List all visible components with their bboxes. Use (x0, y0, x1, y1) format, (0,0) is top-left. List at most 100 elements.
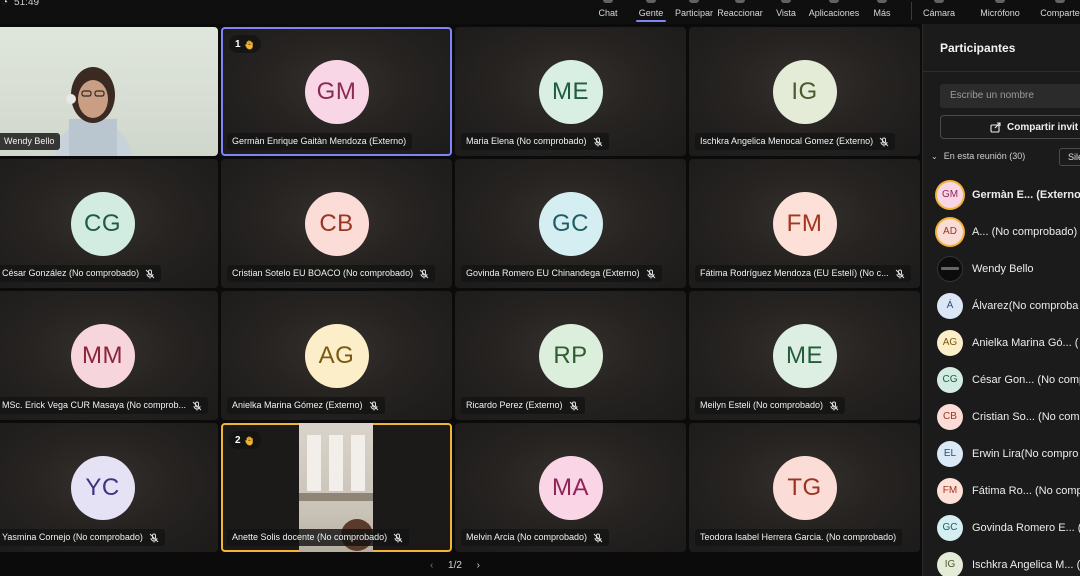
share-icon (990, 122, 1001, 133)
participant-row[interactable]: CB Cristian So... (No comp (937, 398, 1080, 435)
participants-panel: Participantes Escribe un nombre Comparti… (922, 24, 1080, 576)
participant-status: (No comprobado) (991, 225, 1078, 238)
participant-tile[interactable]: FM Fátima Rodríguez Mendoza (EU Estelí) … (689, 159, 920, 288)
mute-all-button[interactable]: Sile (1059, 148, 1080, 166)
mic-off-icon (145, 269, 155, 278)
more-icon (877, 0, 887, 3)
participant-tile-active-speaker[interactable]: 1 GM Germàn Enrique Gaitàn Mendoza (Exte… (221, 27, 452, 156)
grid-view-icon (781, 0, 791, 3)
avatar: GC (937, 514, 963, 541)
view-button[interactable]: Vista (774, 0, 798, 24)
chevron-right-icon[interactable]: › (477, 560, 480, 571)
mic-off-icon (895, 269, 904, 278)
mic-off-icon (593, 137, 602, 146)
name-label: Teodora Isabel Herrera Garcia. (No compr… (695, 529, 903, 546)
participant-tile[interactable]: AG Anielka Marina Gómez (Externo) (221, 291, 452, 420)
participant-list: GM Germàn E... (Externo) AD A... (No com… (937, 176, 1080, 576)
raise-hand-icon (689, 0, 699, 3)
avatar: AD (937, 218, 963, 245)
participant-row[interactable]: GC Govinda Romero E... ( (937, 509, 1080, 546)
name-label: Anielka Marina Gómez (Externo) (227, 397, 385, 414)
participant-row[interactable]: EL Erwin Lira(No compro (937, 435, 1080, 472)
participant-row[interactable]: AG Anielka Marina Gó... ( (937, 324, 1080, 361)
raised-hand-badge: 1 (229, 35, 261, 53)
participant-tile[interactable]: YC Yasmina Cornejo (No comprobado) (0, 423, 218, 552)
mic-off-icon (829, 401, 839, 410)
avatar: CB (304, 192, 369, 256)
avatar: RP (538, 324, 603, 388)
avatar: CG (70, 192, 135, 256)
mic-off-icon (593, 533, 603, 542)
participant-status: (No compro (1020, 447, 1079, 460)
react-button[interactable]: Reaccionar (717, 0, 763, 24)
section-header[interactable]: ⌄ En esta reunión (30) (931, 151, 1025, 161)
participant-tile-raised-hand[interactable]: 2 Anette Solis docente (No comprobado) (221, 423, 452, 552)
name-label: Fátima Rodríguez Mendoza (EU Estelí) (No… (695, 265, 911, 282)
participant-name: César Gon... (972, 373, 1035, 386)
avatar: IG (937, 551, 963, 576)
participant-row[interactable]: IG Ischkra Angelica M... ( (937, 546, 1080, 576)
avatar: IG (772, 60, 837, 124)
avatar: MA (538, 456, 603, 520)
avatar: TG (772, 456, 837, 520)
microphone-icon (995, 0, 1005, 3)
participate-button[interactable]: Participar (674, 0, 714, 24)
participant-name: Ischkra Angelica M... (972, 558, 1074, 571)
mic-off-icon (419, 269, 429, 278)
participant-status: ( (1076, 558, 1080, 571)
participant-tile[interactable]: ME Meilyn Esteli (No comprobado) (689, 291, 920, 420)
avatar: AG (304, 324, 369, 388)
name-label: Ricardo Perez (Externo) (461, 397, 585, 414)
mic-off-icon (879, 137, 889, 146)
participant-tile[interactable]: MA Melvin Arcia (No comprobado) (455, 423, 686, 552)
name-label: MSc. Erick Vega CUR Masaya (No comprob..… (0, 397, 209, 414)
participant-tile[interactable]: GC Govinda Romero EU Chinandega (Externo… (455, 159, 686, 288)
participant-tile[interactable]: MM MSc. Erick Vega CUR Masaya (No compro… (0, 291, 218, 420)
participant-tile[interactable]: Wendy Bello (0, 27, 218, 156)
participant-tile[interactable]: IG Ischkra Angelica Menocal Gomez (Exter… (689, 27, 920, 156)
participant-name: Cristian So... (972, 410, 1035, 423)
camera-button[interactable]: Cámara (922, 0, 956, 24)
clock-icon: ◔ (2, 0, 9, 8)
participant-tile[interactable]: RP Ricardo Perez (Externo) (455, 291, 686, 420)
more-button[interactable]: Más (872, 0, 892, 24)
raised-hand-icon (244, 435, 253, 445)
participant-row[interactable]: FM Fátima Ro... (No comp (937, 472, 1080, 509)
emoji-icon (735, 0, 745, 3)
avatar: CG (937, 366, 963, 393)
microphone-button[interactable]: Micrófono (978, 0, 1022, 24)
apps-button[interactable]: Aplicaciones (808, 0, 860, 24)
participant-tile[interactable]: ME Maria Elena (No comprobado) (455, 27, 686, 156)
raised-hand-badge: 2 (229, 431, 261, 449)
name-label: Govinda Romero EU Chinandega (Externo) (461, 265, 662, 282)
mic-off-icon (569, 401, 578, 410)
participant-name: Anielka Marina Gó... (972, 336, 1072, 349)
participant-row[interactable]: CG César Gon... (No comp (937, 361, 1080, 398)
name-label: Yasmina Cornejo (No comprobado) (0, 529, 165, 546)
participant-name: A... (972, 225, 989, 238)
name-label: César González (No comprobado) (0, 265, 162, 282)
participant-tile[interactable]: TG Teodora Isabel Herrera Garcia. (No co… (689, 423, 920, 552)
participant-tile[interactable]: CB Cristian Sotelo EU BOACO (No comproba… (221, 159, 452, 288)
avatar: ME (772, 324, 837, 388)
share-screen-button[interactable]: Comparte (1040, 0, 1080, 24)
participant-row[interactable]: Wendy Bello (937, 250, 1080, 287)
participant-tile[interactable]: CG César González (No comprobado) (0, 159, 218, 288)
timer-label: 51:49 (14, 0, 40, 8)
avatar: FM (772, 192, 837, 256)
chat-button[interactable]: Chat (596, 0, 620, 24)
people-button[interactable]: Gente (634, 0, 668, 24)
mic-off-icon (369, 401, 378, 410)
avatar: EL (937, 440, 963, 467)
chevron-left-icon[interactable]: ‹ (430, 560, 433, 571)
share-invite-button[interactable]: Compartir invit (940, 115, 1080, 139)
name-label: Cristian Sotelo EU BOACO (No comprobado) (227, 265, 436, 282)
participant-row[interactable]: GM Germàn E... (Externo) (937, 176, 1080, 213)
participant-row[interactable]: AD A... (No comprobado) (937, 213, 1080, 250)
toolbar-divider (911, 2, 912, 20)
participant-name: Fátima Ro... (972, 484, 1032, 497)
name-label: Anette Solis docente (No comprobado) (227, 529, 410, 546)
participant-search-input[interactable]: Escribe un nombre (940, 84, 1080, 108)
participant-row[interactable]: Á Álvarez(No comproba (937, 287, 1080, 324)
participant-status: (No comp (1037, 373, 1080, 386)
